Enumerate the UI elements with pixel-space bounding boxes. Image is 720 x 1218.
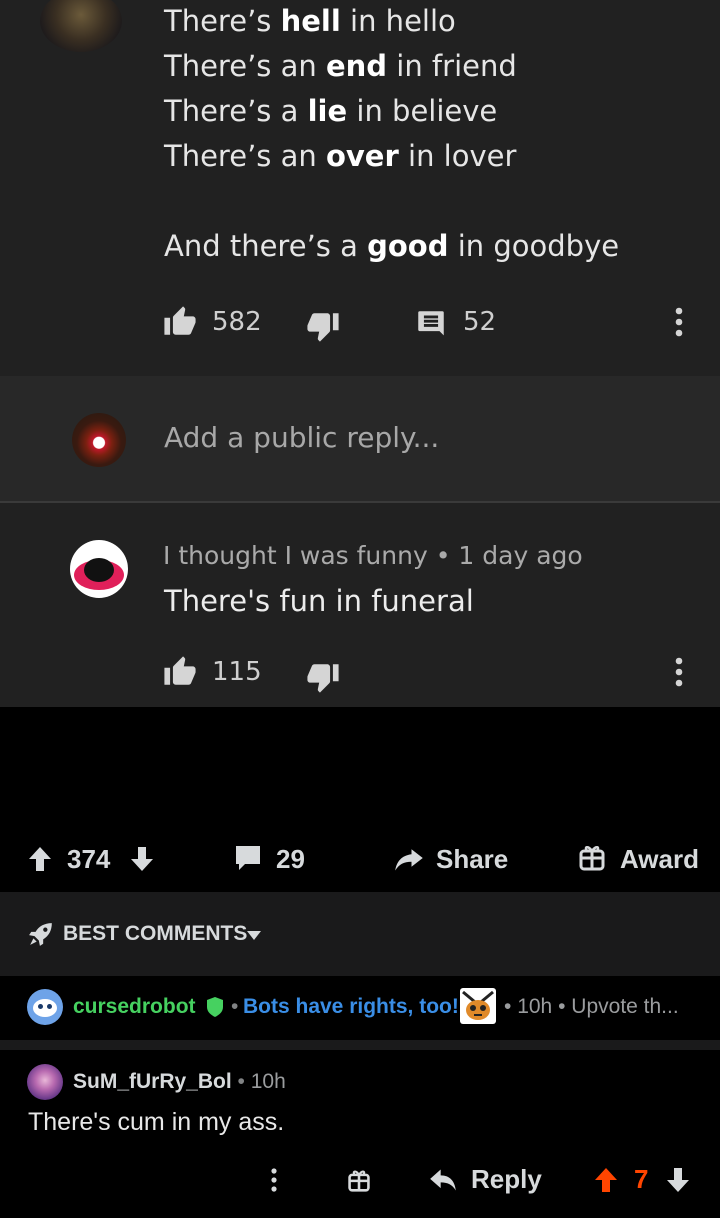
gift-icon xyxy=(579,846,605,871)
upvote-arrow-icon xyxy=(29,847,51,871)
comment-icon xyxy=(418,311,444,336)
comment-line: There’s an over in lover xyxy=(164,139,517,173)
user-avatar[interactable] xyxy=(27,1064,63,1100)
replies-button[interactable] xyxy=(414,307,448,341)
more-vertical-icon xyxy=(271,1168,277,1192)
share-arrow-icon xyxy=(395,849,423,871)
reply-comment: I thought I was funny • 1 day ago There'… xyxy=(0,503,720,707)
share-label[interactable]: Share xyxy=(436,844,508,875)
vote-count: 374 xyxy=(67,844,111,874)
comment-line: There’s hell in hello xyxy=(164,4,456,38)
bot-comment-time: 10h xyxy=(517,995,553,1018)
bot-comment: cursedrobot • Bots have rights, too! • 1… xyxy=(0,976,720,1040)
more-vertical-icon xyxy=(675,657,683,687)
reply-label[interactable]: Reply xyxy=(471,1164,542,1195)
username[interactable]: SuM_fUrRy_Bol xyxy=(73,1070,232,1093)
like-button[interactable] xyxy=(162,305,198,339)
more-options-button[interactable] xyxy=(672,306,686,340)
reply-meta: I thought I was funny • 1 day ago xyxy=(163,541,583,570)
dislike-button[interactable] xyxy=(305,309,341,343)
reply-input[interactable]: Add a public reply... xyxy=(164,421,439,454)
thumbs-up-icon xyxy=(164,656,196,685)
bot-comment-preview: Upvote th... xyxy=(571,995,679,1018)
reply-button[interactable] xyxy=(429,1167,457,1193)
bot-username[interactable]: cursedrobot xyxy=(73,995,196,1019)
user-comment: SuM_fUrRy_Bol • 10h There's cum in my as… xyxy=(0,1050,720,1218)
comments-button[interactable] xyxy=(233,843,263,873)
upvote-button[interactable] xyxy=(28,846,52,872)
comment-line: There’s a lie in believe xyxy=(164,94,498,128)
downvote-arrow-icon xyxy=(131,847,153,871)
comment-award-button[interactable] xyxy=(347,1168,371,1192)
flair-emoji-icon xyxy=(460,988,496,1024)
reply-more-options[interactable] xyxy=(672,656,686,690)
downvote-arrow-icon xyxy=(667,1168,689,1192)
reply-like-button[interactable] xyxy=(162,655,198,689)
comment-line: There’s an end in friend xyxy=(164,49,517,83)
reply-dislike-button[interactable] xyxy=(305,660,341,694)
youtube-comment: There’s hell in hello There’s an end in … xyxy=(0,0,720,376)
reply-author[interactable]: I thought I was funny xyxy=(163,541,428,570)
user-avatar xyxy=(72,413,126,467)
comment-score: 7 xyxy=(634,1164,649,1194)
reply-arrow-icon xyxy=(430,1169,456,1191)
comment-bubble-icon xyxy=(236,846,260,870)
reply-time: 1 day ago xyxy=(458,541,583,570)
user-comment-meta: SuM_fUrRy_Bol • 10h xyxy=(73,1070,286,1093)
post-action-bar: 374 29 Share Award xyxy=(0,825,720,891)
award-label[interactable]: Award xyxy=(620,844,699,875)
downvote-button[interactable] xyxy=(130,846,154,872)
like-count: 582 xyxy=(212,307,262,337)
commenter-avatar[interactable] xyxy=(40,0,122,52)
chevron-down-icon xyxy=(247,931,261,940)
sort-label: BEST COMMENTS xyxy=(63,922,248,945)
gift-icon xyxy=(348,1170,370,1192)
rocket-icon xyxy=(28,921,54,947)
reply-author-avatar[interactable] xyxy=(70,540,128,598)
comment-text: There's cum in my ass. xyxy=(28,1108,285,1136)
thumbs-down-icon xyxy=(307,664,339,693)
comment-time: 10h xyxy=(250,1070,286,1093)
sort-bar[interactable]: BEST COMMENTS xyxy=(0,892,720,976)
user-flair: Bots have rights, too! xyxy=(243,995,459,1018)
reply-composer: Add a public reply... xyxy=(0,376,720,503)
bot-avatar[interactable] xyxy=(27,989,63,1025)
more-vertical-icon xyxy=(675,307,683,337)
upvote-arrow-icon xyxy=(595,1168,617,1192)
comment-line: And there’s a good in goodbye xyxy=(164,229,620,263)
moderator-shield-icon xyxy=(206,996,224,1018)
thumbs-down-icon xyxy=(307,313,339,342)
comment-count: 29 xyxy=(276,844,305,874)
bot-comment-meta: • 10h • Upvote th... xyxy=(504,995,679,1018)
share-button[interactable] xyxy=(394,843,424,873)
comment-downvote-button[interactable] xyxy=(666,1167,690,1193)
reply-like-count: 115 xyxy=(212,657,262,687)
comment-more-button[interactable] xyxy=(268,1167,280,1193)
award-button[interactable] xyxy=(578,843,606,871)
reply-count: 52 xyxy=(463,307,497,337)
reply-text: There's fun in funeral xyxy=(164,584,474,618)
comment-upvote-button[interactable] xyxy=(594,1167,618,1193)
comment-divider xyxy=(0,1040,720,1050)
thumbs-up-icon xyxy=(164,306,196,335)
